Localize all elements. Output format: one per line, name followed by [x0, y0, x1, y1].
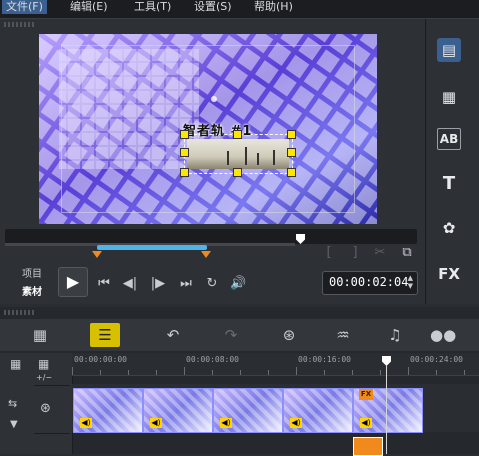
mode-clip[interactable]: 素材 — [22, 283, 42, 298]
record-capture-icon[interactable]: ⊛ — [276, 323, 302, 347]
resize-handle[interactable] — [233, 130, 242, 139]
menu-tools[interactable]: 工具(T) — [130, 0, 175, 14]
scrub-bar[interactable] — [5, 229, 417, 244]
enlarge-icon[interactable]: ⧉ — [398, 245, 416, 261]
resize-handle[interactable] — [180, 130, 189, 139]
track-manager-icon[interactable]: ▦ — [10, 357, 21, 371]
add-chapter-icon[interactable]: ▦ — [38, 357, 49, 371]
timecode-field[interactable]: 00:00:02:04 ▲ ▼ — [322, 271, 418, 295]
overlay-clip[interactable] — [353, 437, 383, 456]
ruler-label: 00:00:00:00 — [74, 355, 127, 364]
next-frame-icon[interactable]: |▶ — [150, 276, 166, 292]
video-track-icon[interactable]: ⊛ — [40, 401, 51, 416]
instant-project-icon[interactable]: ▦ — [437, 85, 461, 109]
repeat-icon[interactable]: ↻ — [204, 276, 220, 292]
audio-icon: ◀) — [360, 418, 372, 428]
cut-icon[interactable]: ✂ — [372, 245, 388, 261]
previous-frame-icon[interactable]: ◀| — [122, 276, 138, 292]
resize-handle[interactable] — [180, 148, 189, 157]
timeline-playhead-line — [386, 366, 387, 454]
audio-icon: ◀) — [80, 418, 92, 428]
redo-icon[interactable]: ↷ — [218, 323, 244, 347]
trim-start-handle[interactable] — [92, 251, 102, 258]
timeline-ruler[interactable]: 00:00:00:00 00:00:08:00 00:00:16:00 00:0… — [72, 353, 479, 376]
video-clip[interactable]: ◀) — [143, 388, 213, 433]
timecode-value[interactable]: 00:00:02:04 — [329, 275, 408, 289]
timeline-grip[interactable] — [4, 310, 34, 315]
video-clip[interactable]: ◀) — [213, 388, 283, 433]
menubar: 文件(F) 编辑(E) 工具(T) 设置(S) 帮助(H) — [0, 0, 479, 19]
audio-icon: ◀) — [290, 418, 302, 428]
play-button[interactable]: ▶ — [58, 267, 88, 297]
resize-handle[interactable] — [287, 148, 296, 157]
home-icon[interactable]: ⏮ — [96, 276, 112, 292]
audio-icon: ◀) — [220, 418, 232, 428]
graphic-icon[interactable]: ✿ — [437, 216, 461, 240]
video-clip[interactable]: ◀) — [283, 388, 353, 433]
ripple-edit-icon[interactable]: ⇆ — [8, 397, 17, 410]
trim-range[interactable] — [97, 245, 207, 250]
timeline-toolbar: ▦ ☰ ↶ ↷ ⊛ ♒ ♫ ●● — [0, 319, 479, 351]
trim-end-handle[interactable] — [201, 251, 211, 258]
title-text[interactable]: 智者轨 #1 — [183, 120, 252, 139]
volume-icon[interactable]: 🔊 — [230, 276, 246, 292]
audio-icon: ◀) — [150, 418, 162, 428]
storyboard-view-icon[interactable]: ▦ — [27, 323, 53, 347]
resize-handle[interactable] — [180, 168, 189, 177]
ruler-label: 00:00:16:00 — [298, 355, 351, 364]
resize-handle[interactable] — [287, 130, 296, 139]
filter-icon[interactable]: FX — [437, 262, 461, 286]
menu-settings[interactable]: 设置(S) — [190, 0, 236, 14]
end-icon[interactable]: ⏭ — [178, 276, 194, 292]
menu-help[interactable]: 帮助(H) — [250, 0, 297, 14]
menu-file[interactable]: 文件(F) — [2, 0, 47, 14]
video-clip[interactable]: ◀) — [73, 388, 143, 433]
ruler-label: 00:00:08:00 — [186, 355, 239, 364]
undo-icon[interactable]: ↶ — [160, 323, 186, 347]
ruler-label: 00:00:24:00 — [410, 355, 463, 364]
transition-icon[interactable]: AB — [437, 128, 461, 150]
motion-track-icon[interactable]: ●● — [430, 323, 456, 347]
resize-handle[interactable] — [233, 168, 242, 177]
mode-project[interactable]: 项目 — [22, 265, 42, 280]
timeline-view-icon[interactable]: ☰ — [90, 323, 120, 347]
resize-handle[interactable] — [287, 168, 296, 177]
mark-out-icon[interactable]: ] — [348, 245, 362, 261]
title-icon[interactable]: T — [437, 172, 461, 196]
track-header: ▦ ▦ +/− ⇆ ▼ ⊛ — [0, 353, 73, 454]
fx-badge: FX — [359, 389, 373, 400]
dropdown-icon[interactable]: ▼ — [10, 419, 18, 430]
panel-grip[interactable] — [4, 22, 34, 27]
video-preview[interactable]: 智者轨 #1 — [39, 34, 377, 224]
auto-music-icon[interactable]: ♫ — [382, 323, 408, 347]
mark-in-icon[interactable]: [ — [322, 245, 336, 261]
timecode-stepper-icon[interactable]: ▲ ▼ — [408, 274, 413, 290]
sound-mixer-icon[interactable]: ♒ — [330, 323, 356, 347]
zoom-control[interactable]: +/− — [36, 373, 52, 382]
media-library-icon[interactable]: ▤ — [437, 38, 461, 62]
menu-edit[interactable]: 编辑(E) — [66, 0, 112, 14]
